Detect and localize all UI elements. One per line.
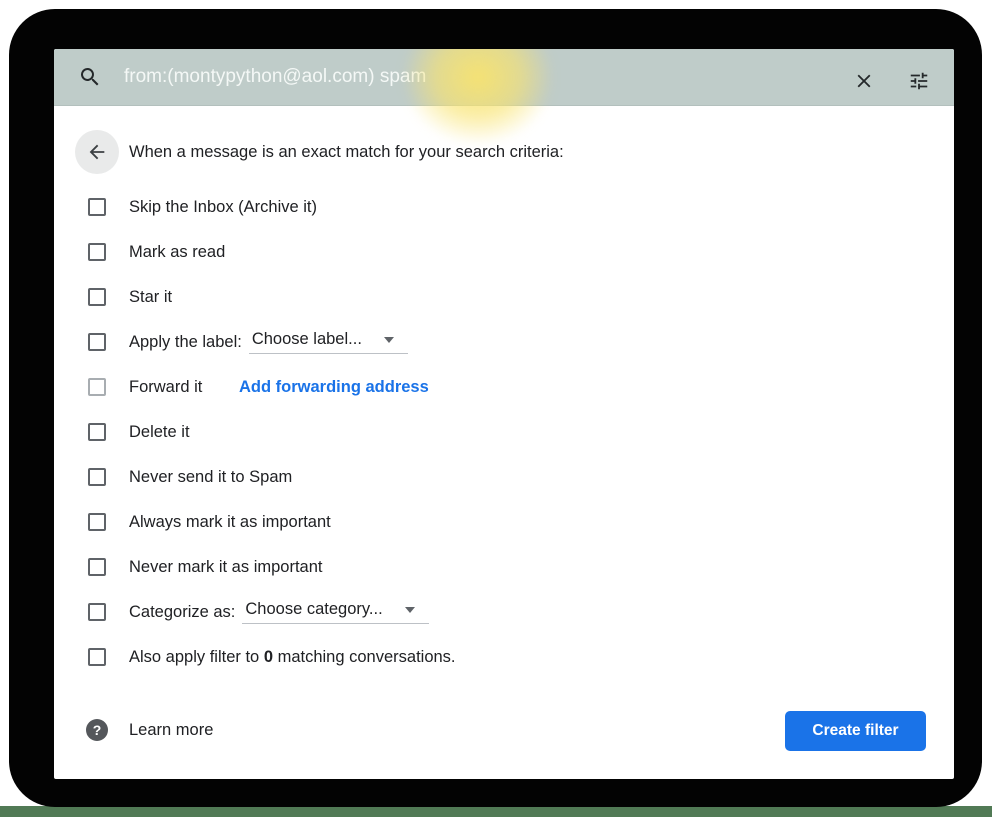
option-label: Skip the Inbox (Archive it) — [129, 198, 317, 217]
close-icon[interactable] — [853, 70, 875, 92]
option-label: Always mark it as important — [129, 513, 331, 532]
matching-count: 0 — [264, 648, 273, 666]
option-row-mark-read: Mark as read — [88, 237, 225, 267]
option-row-never-spam: Never send it to Spam — [88, 462, 292, 492]
add-forwarding-address-link[interactable]: Add forwarding address — [239, 378, 429, 397]
checkbox-delete-it[interactable] — [88, 423, 106, 441]
option-row-never-important: Never mark it as important — [88, 552, 322, 582]
also-apply-suffix: matching conversations. — [273, 648, 456, 666]
checkbox-skip-inbox[interactable] — [88, 198, 106, 216]
option-row-also-apply: Also apply filter to 0 matching conversa… — [88, 642, 456, 672]
option-row-always-important: Always mark it as important — [88, 507, 331, 537]
page-title: When a message is an exact match for you… — [129, 143, 564, 162]
option-row-delete-it: Delete it — [88, 417, 190, 447]
search-input[interactable] — [124, 49, 664, 105]
dropdown-value: Choose label... — [252, 330, 362, 349]
option-label: Never send it to Spam — [129, 468, 292, 487]
tune-icon[interactable] — [908, 70, 930, 92]
checkbox-categorize[interactable] — [88, 603, 106, 621]
option-label: Forward it — [129, 378, 239, 397]
option-label: Star it — [129, 288, 172, 307]
option-label: Categorize as: — [129, 603, 235, 622]
checkbox-also-apply[interactable] — [88, 648, 106, 666]
window-frame: When a message is an exact match for you… — [9, 9, 982, 807]
option-label: Mark as read — [129, 243, 225, 262]
arrow-back-icon — [86, 141, 108, 163]
checkbox-never-spam[interactable] — [88, 468, 106, 486]
option-label: Never mark it as important — [129, 558, 322, 577]
desktop-background-strip — [0, 806, 992, 817]
search-icon[interactable] — [78, 65, 102, 89]
choose-label-dropdown[interactable]: Choose label... — [249, 330, 408, 354]
choose-category-dropdown[interactable]: Choose category... — [242, 600, 428, 624]
chevron-down-icon — [405, 607, 415, 613]
checkbox-mark-read[interactable] — [88, 243, 106, 261]
checkbox-forward-it[interactable] — [88, 378, 106, 396]
create-filter-button[interactable]: Create filter — [785, 711, 926, 751]
help-icon[interactable]: ? — [86, 719, 108, 741]
option-label: Also apply filter to 0 matching conversa… — [129, 648, 456, 667]
back-button[interactable] — [75, 130, 119, 174]
also-apply-prefix: Also apply filter to — [129, 648, 264, 666]
filter-panel: When a message is an exact match for you… — [54, 49, 954, 779]
learn-more-link[interactable]: Learn more — [129, 721, 213, 740]
option-row-forward-it: Forward it Add forwarding address — [88, 372, 429, 402]
option-row-apply-label: Apply the label: Choose label... — [88, 327, 408, 357]
checkbox-never-important[interactable] — [88, 558, 106, 576]
checkbox-star-it[interactable] — [88, 288, 106, 306]
option-label: Delete it — [129, 423, 190, 442]
option-row-categorize: Categorize as: Choose category... — [88, 597, 429, 627]
option-label: Apply the label: — [129, 333, 242, 352]
dropdown-value: Choose category... — [245, 600, 382, 619]
checkbox-apply-label[interactable] — [88, 333, 106, 351]
checkbox-always-important[interactable] — [88, 513, 106, 531]
option-row-star-it: Star it — [88, 282, 172, 312]
search-bar — [54, 49, 954, 106]
option-row-skip-inbox: Skip the Inbox (Archive it) — [88, 192, 317, 222]
chevron-down-icon — [384, 337, 394, 343]
